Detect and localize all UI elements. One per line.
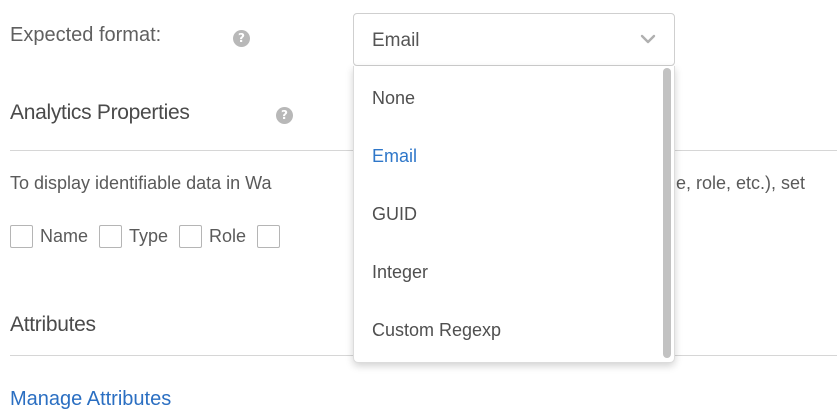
analytics-description-continued: e, role, etc.), set [676,173,806,193]
checkbox-label: Name [40,225,89,246]
help-icon[interactable]: ? [276,107,293,124]
expected-format-select[interactable]: Email [353,13,675,66]
checkbox-role[interactable]: Role [179,224,247,248]
checkbox-label: Role [209,225,247,246]
option-guid[interactable]: GUID [372,204,417,225]
help-icon[interactable]: ? [233,30,250,47]
checkbox[interactable] [257,224,281,248]
checkbox[interactable] [179,224,203,248]
checkbox[interactable] [99,224,123,248]
dropdown-scrollbar[interactable] [663,68,671,358]
checkbox-label: Type [129,225,169,246]
option-integer[interactable]: Integer [372,262,428,283]
chevron-down-icon [640,34,656,44]
select-value: Email [372,30,420,51]
option-custom-regexp[interactable]: Custom Regexp [372,320,501,341]
option-email[interactable]: Email [372,146,417,167]
manage-attributes-link[interactable]: Manage Attributes [10,388,171,409]
checkbox[interactable] [10,224,33,248]
expected-format-label: Expected format: [10,24,162,46]
scrollbar-thumb[interactable] [663,68,671,358]
checkbox-type[interactable]: Type [99,224,169,248]
analytics-properties-title: Analytics Properties [10,101,190,124]
settings-page: Expected format: ? Email Analytics Prope… [0,0,837,409]
attributes-title: Attributes [10,313,96,336]
identifier-checkboxes: Name Type Role [10,222,298,250]
checkbox-hidden[interactable] [257,224,287,248]
analytics-description: To display identifiable data in Wa [10,173,272,193]
format-dropdown-menu: None Email GUID Integer Custom Regexp [353,66,675,363]
checkbox-name[interactable]: Name [10,224,89,248]
option-none[interactable]: None [372,88,415,109]
